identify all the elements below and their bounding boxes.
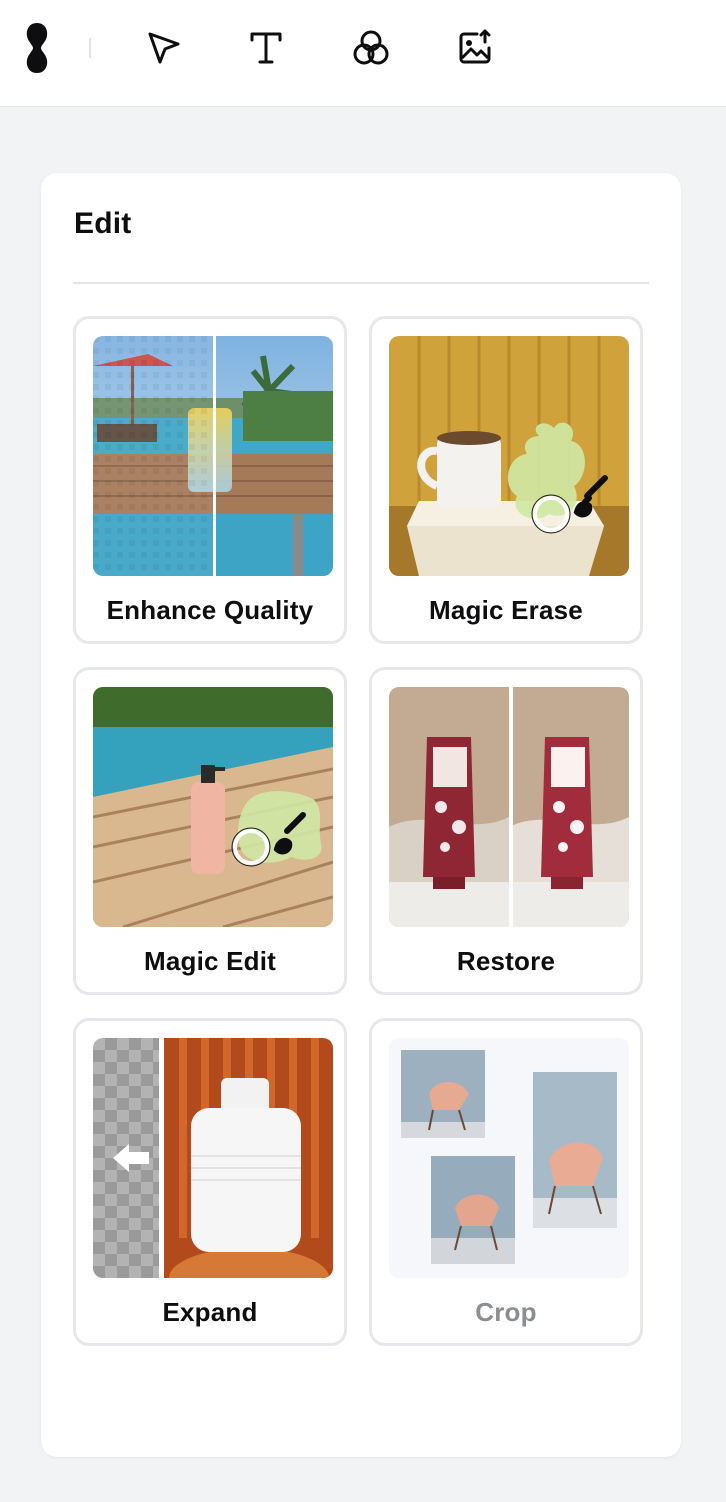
select-pointer-icon[interactable] xyxy=(140,25,186,71)
crop-thumbnail xyxy=(389,1038,629,1278)
card-expand[interactable]: Expand xyxy=(73,1018,347,1346)
card-restore[interactable]: Restore xyxy=(369,667,643,995)
enhance-quality-thumbnail xyxy=(93,336,333,576)
card-label: Magic Edit xyxy=(143,946,276,976)
image-upload-icon[interactable] xyxy=(452,25,498,71)
card-label: Restore xyxy=(456,946,556,976)
logo-icon[interactable] xyxy=(14,23,60,73)
card-magic-erase[interactable]: Magic Erase xyxy=(369,316,643,644)
card-label: Magic Erase xyxy=(429,595,583,625)
panel-divider xyxy=(73,282,649,284)
card-enhance-quality[interactable]: Enhance Quality xyxy=(73,316,347,644)
top-toolbar xyxy=(0,0,726,107)
panel-title: Edit xyxy=(74,207,132,240)
text-tool-icon[interactable] xyxy=(243,25,289,71)
magic-edit-thumbnail xyxy=(93,687,333,927)
crop-frame-2 xyxy=(533,1072,617,1228)
toolbar-separator xyxy=(89,38,91,58)
expand-thumbnail xyxy=(93,1038,333,1278)
crop-frame-1 xyxy=(401,1050,485,1138)
card-label: Enhance Quality xyxy=(106,595,314,625)
crop-frame-3 xyxy=(431,1156,515,1264)
color-blend-icon[interactable] xyxy=(348,25,394,71)
magic-erase-thumbnail xyxy=(389,336,629,576)
card-magic-edit[interactable]: Magic Edit xyxy=(73,667,347,995)
card-label: Crop xyxy=(475,1297,537,1327)
restore-thumbnail xyxy=(389,687,629,927)
card-crop[interactable]: Crop xyxy=(369,1018,643,1346)
card-label: Expand xyxy=(162,1297,258,1327)
edit-panel: Edit Enhance Quality Magic Erase Magic E… xyxy=(41,173,681,1457)
